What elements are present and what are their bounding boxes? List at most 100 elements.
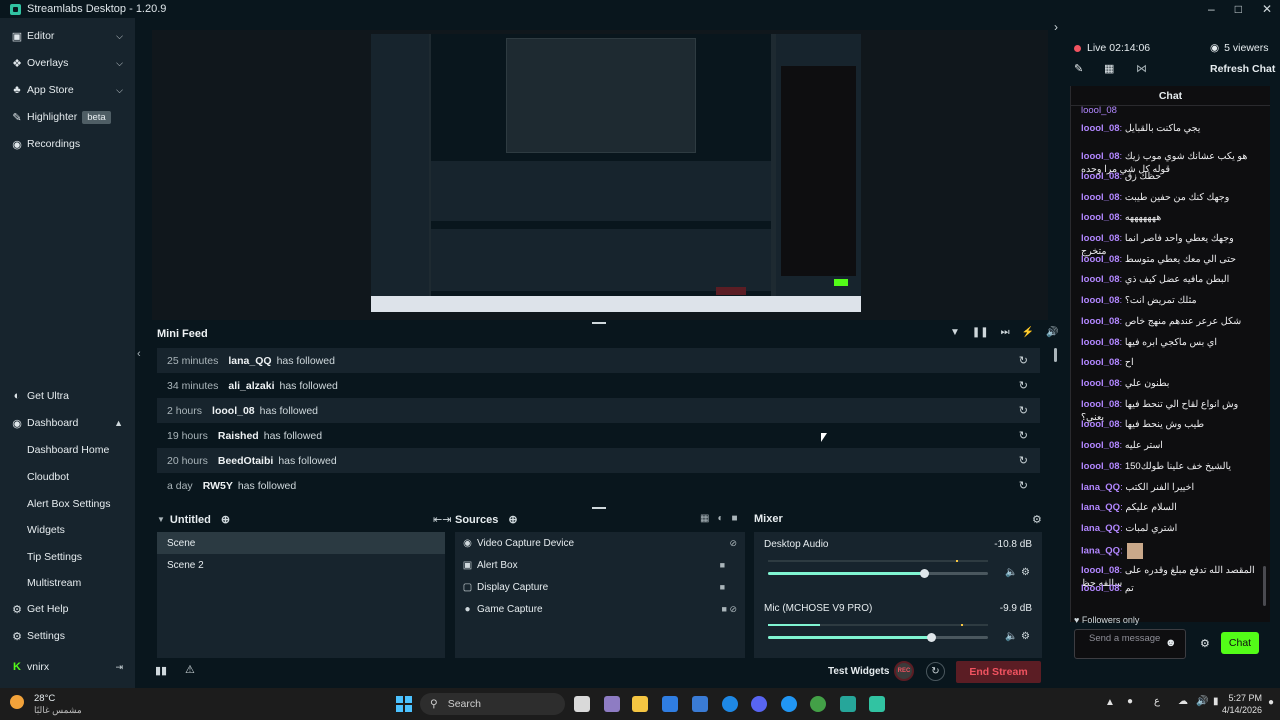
chat-username[interactable]: loool_08 [1081, 440, 1120, 451]
stream-preview[interactable] [152, 30, 1048, 320]
sidebar-item-dashboard-home[interactable]: Dashboard Home [27, 444, 109, 456]
chat-username[interactable]: loool_08 [1081, 233, 1120, 244]
pause-icon[interactable]: ❚❚ [972, 327, 989, 338]
channel-settings-icon[interactable]: ⚙ [1021, 631, 1030, 642]
chat-username[interactable]: loool_08 [1081, 337, 1120, 348]
sidebar-item-dashboard[interactable]: ◉ Dashboard ▲ [0, 410, 135, 436]
scene-transition-icon[interactable]: ⇤⇥ [433, 513, 451, 526]
sidebar-item-get-ultra[interactable]: ◐ Get Ultra [0, 383, 135, 409]
notification-icon[interactable]: ● [1268, 697, 1274, 708]
feed-scrollbar[interactable] [1054, 348, 1057, 362]
store-app-icon[interactable] [662, 696, 678, 712]
chat-send-button[interactable]: Chat [1221, 632, 1259, 654]
replay-icon[interactable]: ↻ [1019, 479, 1028, 492]
app-teal-icon[interactable] [840, 696, 856, 712]
lock-icon[interactable]: ■ [720, 560, 725, 570]
sidebar-item-multistream[interactable]: Multistream [27, 577, 81, 589]
windows-start-icon[interactable] [396, 696, 412, 712]
discord-icon[interactable] [751, 696, 767, 712]
sidebar-item-tip-settings[interactable]: Tip Settings [27, 551, 82, 563]
chat-username[interactable]: loool_08 [1081, 274, 1120, 285]
chat-username[interactable]: lana_QQ [1081, 502, 1120, 513]
lock-hidden-icons[interactable]: ■ ⊘ [722, 604, 737, 615]
sidebar-item-recordings[interactable]: ◉ Recordings [0, 131, 135, 157]
replay-icon[interactable]: ↻ [1019, 354, 1028, 367]
edge-icon[interactable] [722, 696, 738, 712]
test-widgets-button[interactable]: Test Widgets [828, 666, 889, 677]
app-icon[interactable] [604, 696, 620, 712]
chat-username[interactable]: loool_08 [1081, 461, 1120, 472]
weather-icon[interactable] [10, 695, 24, 709]
source-item[interactable]: ▢ Display Capture ■ [455, 576, 745, 598]
chat-username[interactable]: loool_08 [1081, 295, 1120, 306]
share-icon[interactable]: ⋈ [1136, 62, 1147, 75]
chat-username[interactable]: lana_QQ [1081, 482, 1120, 493]
sidebar-item-cloudbot[interactable]: Cloudbot [27, 471, 69, 483]
volume-icon[interactable]: 🔊 [1046, 327, 1058, 338]
chat-username[interactable]: lana_QQ [1081, 523, 1120, 534]
source-item[interactable]: ◉ Video Capture Device ⊘ [455, 532, 745, 554]
volume-tray-icon[interactable]: 🔊 [1196, 696, 1208, 707]
language-indicator[interactable]: ع [1154, 696, 1160, 707]
record-clip-icon[interactable]: ▦ [1104, 62, 1114, 75]
file-explorer-icon[interactable] [632, 696, 648, 712]
lock-icon[interactable]: ■ [720, 582, 725, 592]
wifi-icon[interactable]: ☁ [1178, 696, 1188, 707]
sidebar-item-editor[interactable]: ▣ Editor ⌵ [0, 23, 135, 49]
alert-warning-icon[interactable]: ⚠ [185, 663, 195, 676]
replay-icon[interactable]: ↻ [1019, 454, 1028, 467]
scene-collection-title[interactable]: Untitled [170, 514, 211, 526]
emoji-icon[interactable]: ☻ [1165, 637, 1177, 649]
source-item[interactable]: ● Game Capture ■ ⊘ [455, 598, 745, 620]
replay-icon[interactable]: ↻ [1019, 429, 1028, 442]
replay-icon[interactable]: ↻ [1019, 379, 1028, 392]
chat-username[interactable]: loool_08 [1081, 151, 1120, 162]
mute-alerts-icon[interactable]: ⚡ [1022, 327, 1034, 338]
browser-icon[interactable] [781, 696, 797, 712]
volume-knob[interactable] [920, 569, 930, 578]
chat-username[interactable]: loool_08 [1081, 378, 1120, 389]
sidebar-item-highlighter[interactable]: ✎ Highlighter beta [0, 104, 135, 130]
sidebar-item-alert-box-settings[interactable]: Alert Box Settings [27, 498, 110, 510]
hidden-eye-icon[interactable]: ⊘ [729, 538, 737, 549]
clock[interactable]: 5:27 PM 4/14/2026 [1218, 692, 1262, 716]
chat-settings-icon[interactable]: ⚙ [1200, 637, 1210, 650]
chat-username[interactable]: loool_08 [1081, 316, 1120, 327]
taskbar-search[interactable]: ⚲ Search [420, 693, 565, 715]
logout-icon[interactable]: ⇥ [115, 662, 123, 673]
streamlabs-taskbar-icon[interactable] [869, 696, 885, 712]
weather-temp[interactable]: 28°C [34, 693, 55, 704]
chevron-down-icon[interactable]: ▼ [157, 515, 165, 524]
collapse-left-icon[interactable]: ‹ [137, 348, 141, 360]
mic-icon[interactable]: ● [1127, 696, 1133, 707]
chat-username[interactable]: loool_08 [1081, 192, 1120, 203]
tray-chevron-icon[interactable]: ▲ [1105, 697, 1115, 708]
chat-username[interactable]: lana_QQ [1081, 546, 1120, 557]
source-item[interactable]: ▣ Alert Box ■ [455, 554, 745, 576]
source-group-icon[interactable]: ◐ [717, 513, 723, 524]
sidebar-item-overlays[interactable]: ❖ Overlays ⌵ [0, 50, 135, 76]
record-button[interactable]: REC [894, 661, 914, 681]
folder-icon[interactable]: ■ [732, 513, 738, 524]
chat-username[interactable]: loool_08 [1081, 171, 1120, 182]
chat-username[interactable]: loool_08 [1081, 583, 1120, 594]
volume-slider[interactable] [768, 569, 988, 578]
replay-icon[interactable]: ↻ [1019, 404, 1028, 417]
sidebar-item-app-store[interactable]: ♣ App Store ⌵ [0, 77, 135, 103]
chat-username[interactable]: loool_08 [1081, 357, 1120, 368]
maximize-icon[interactable]: □ [1235, 2, 1242, 16]
chat-username[interactable]: loool_08 [1081, 254, 1120, 265]
app-green-icon[interactable] [810, 696, 826, 712]
sidebar-item-widgets[interactable]: Widgets [27, 524, 65, 536]
minimize-icon[interactable]: – [1208, 2, 1215, 16]
end-stream-button[interactable]: End Stream [956, 661, 1041, 683]
replay-buffer-icon[interactable]: ↻ [926, 662, 945, 681]
filter-icon[interactable]: ▼ [950, 327, 960, 338]
skip-icon[interactable]: ⏭ [1001, 327, 1010, 338]
sidebar-item-settings[interactable]: ⚙ Settings [0, 623, 135, 649]
speaker-icon[interactable]: 🔈 [1005, 567, 1017, 578]
sidebar-item-get-help[interactable]: ⚙ Get Help [0, 596, 135, 622]
volume-slider[interactable] [768, 633, 988, 642]
collapse-right-icon[interactable]: › [1054, 20, 1058, 34]
source-monitor-icon[interactable]: ▦ [700, 513, 709, 524]
